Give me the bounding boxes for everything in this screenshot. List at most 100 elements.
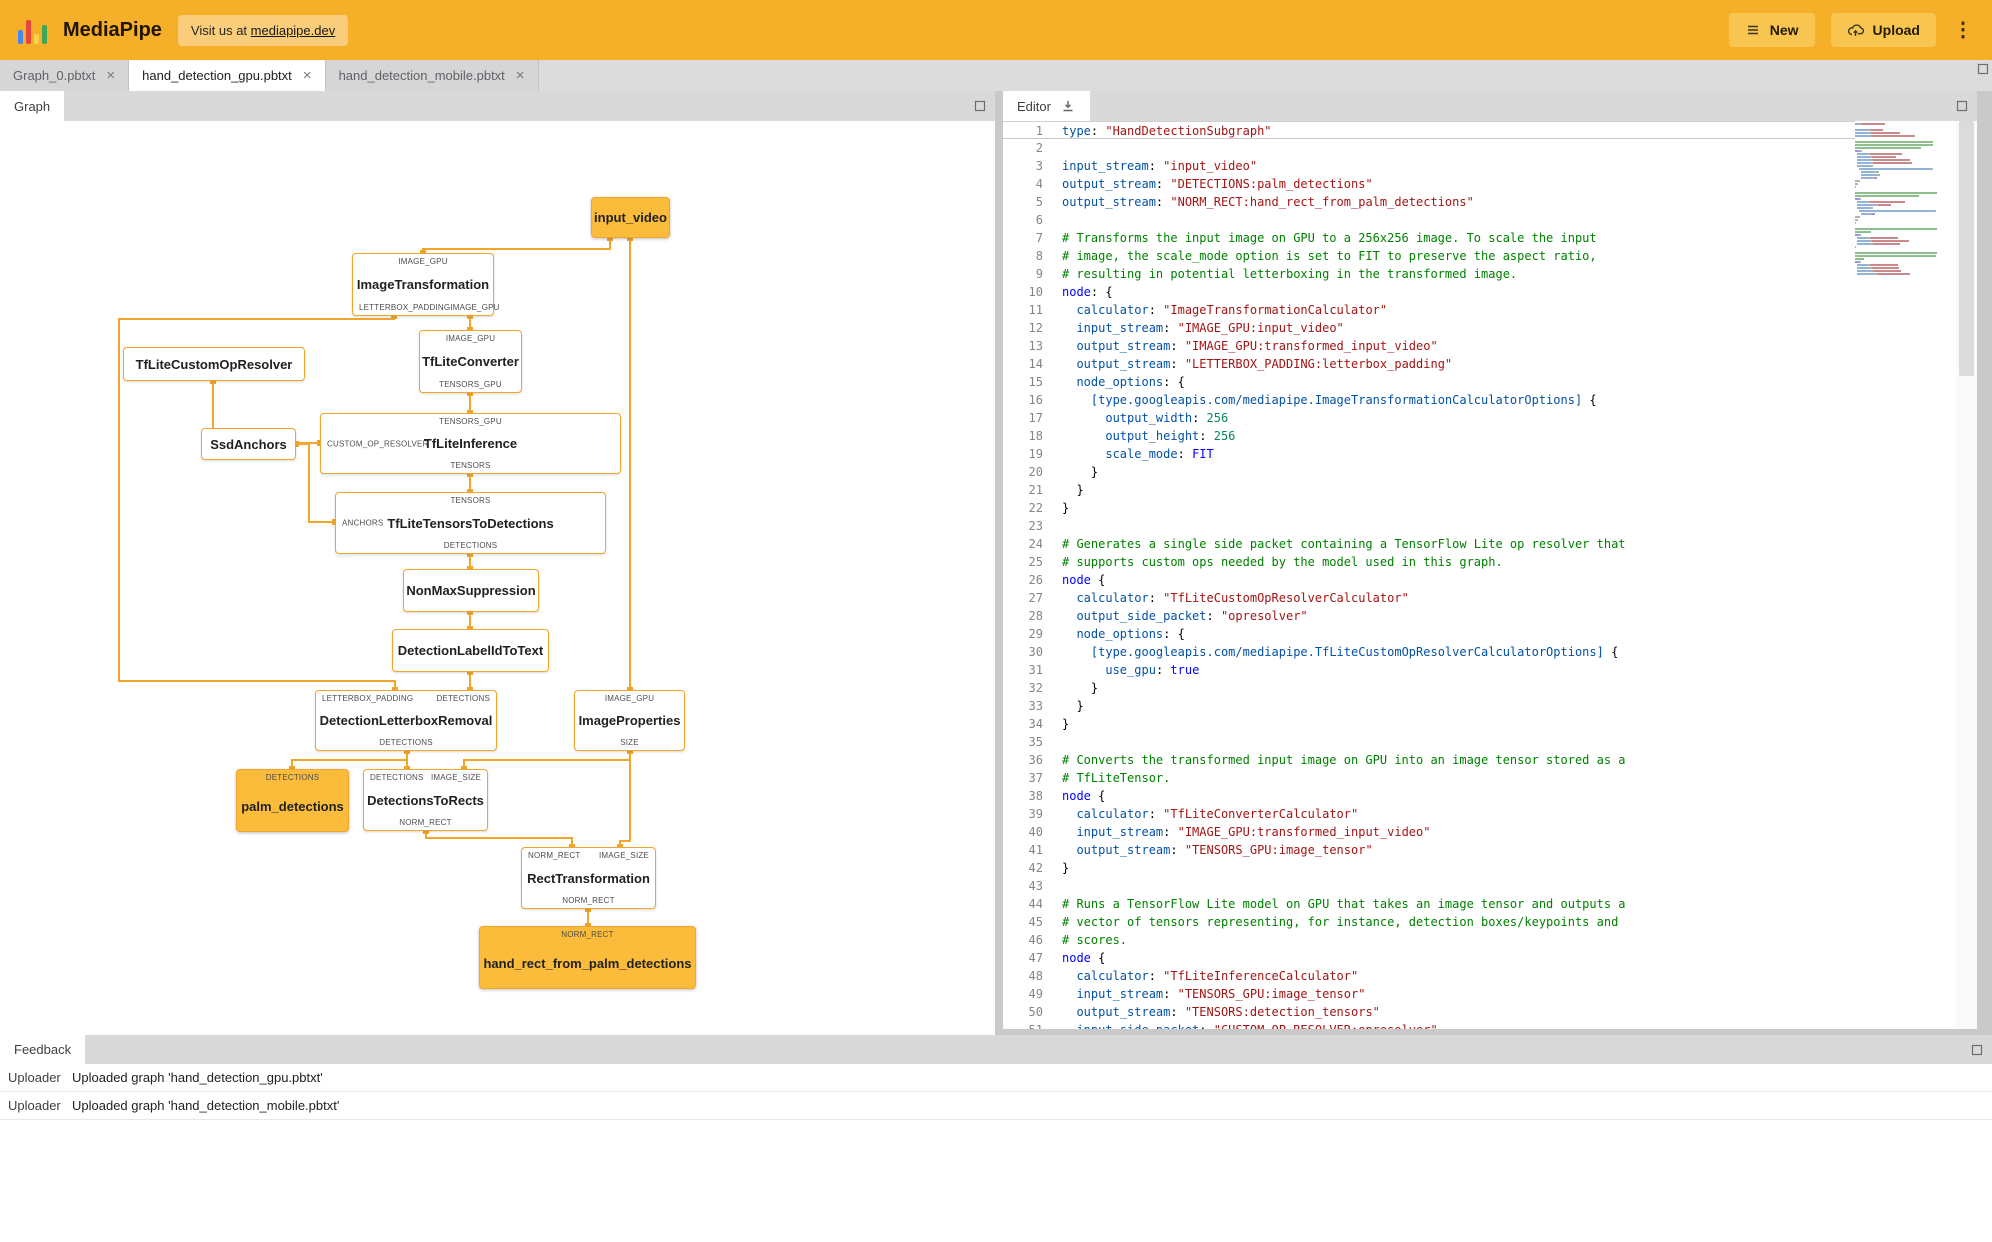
close-icon[interactable]: × xyxy=(106,67,115,84)
graph-node-DetectionsToRects[interactable]: DETECTIONS IMAGE_SIZE DetectionsToRects NOR… xyxy=(363,769,488,831)
scrollbar-thumb[interactable] xyxy=(1959,121,1974,376)
code-line-5: 5 output_stream: "NORM_RECT:hand_rect_fro… xyxy=(1003,193,1855,211)
port-label: DETECTIONS xyxy=(370,773,424,782)
code-line-21: 21 } xyxy=(1003,481,1855,499)
feedback-message: Uploaded graph 'hand_detection_gpu.pbtxt… xyxy=(72,1070,323,1085)
code-text: output_stream: "LETTERBOX_PADDING:letter… xyxy=(1076,357,1453,371)
line-number: 34 xyxy=(1028,717,1043,731)
code-text: input_stream: "TENSORS_GPU:image_tensor" xyxy=(1076,987,1366,1001)
line-number: 17 xyxy=(1028,411,1043,425)
editor-scrollbar[interactable] xyxy=(1956,121,1977,1029)
kebab-menu-icon[interactable]: ⋮ xyxy=(1952,13,1974,47)
visit-badge: Visit us at mediapipe.dev xyxy=(177,14,349,46)
editor-panel-strip: Editor xyxy=(1003,91,1977,121)
port-label: IMAGE_SIZE xyxy=(430,773,481,782)
port-label: LETTERBOX_PADDING xyxy=(322,694,414,703)
code-line-22: 22} xyxy=(1003,499,1855,517)
node-title: DetectionsToRects xyxy=(367,792,484,808)
graph-node-RectTransformation[interactable]: NORM_RECT IMAGE_SIZE RectTransformation NOR… xyxy=(521,847,656,909)
editor-code-area[interactable]: 1 type: "HandDetectionSubgraph" 2 3 input_st… xyxy=(1003,121,1977,1029)
graph-node-palm_detections[interactable]: DETECTIONS palm_detections xyxy=(236,769,349,832)
graph-node-TfLiteTensorsToDetections[interactable]: TENSORS TfLiteTensorsToDetections DETECTIO… xyxy=(335,492,606,554)
close-icon[interactable]: × xyxy=(303,67,312,84)
code-line-40: 40 input_stream: "IMAGE_GPU:transformed_… xyxy=(1003,823,1855,841)
node-title: hand_rect_from_palm_detections xyxy=(483,956,692,971)
line-number: 30 xyxy=(1028,645,1043,659)
feedback-row: Uploader Uploaded graph 'hand_detection_m… xyxy=(0,1092,1992,1120)
graph-node-hand_rect_from_palm_detections[interactable]: NORM_RECT hand_rect_from_palm_detections xyxy=(479,926,696,989)
graph-canvas[interactable]: input_video IMAGE_GPU ImageTransformation L… xyxy=(0,121,995,1035)
graph-node-ImageTransformation[interactable]: IMAGE_GPU ImageTransformation LETTERBOX_PA… xyxy=(352,253,499,316)
code-text: # TfLiteTensor. xyxy=(1062,771,1171,785)
feedback-maximize-icon[interactable] xyxy=(1971,1044,1983,1056)
line-number: 29 xyxy=(1028,627,1043,641)
port-label: TENSORS xyxy=(450,461,491,470)
code-text: output_stream: "TENSORS_GPU:image_tensor… xyxy=(1076,843,1373,857)
port-label: DETECTIONS xyxy=(436,694,490,703)
code-line-4: 4 output_stream: "DETECTIONS:palm_detecti… xyxy=(1003,175,1855,193)
code-line-12: 12 input_stream: "IMAGE_GPU:input_video" xyxy=(1003,319,1855,337)
file-tab-hand_detection_mobile.pbtxt[interactable]: hand_detection_mobile.pbtxt × xyxy=(325,60,539,91)
line-number: 6 xyxy=(1035,213,1043,227)
code-text: # scores. xyxy=(1062,933,1128,947)
code-line-8: 8 # image, the scale_mode option is set t… xyxy=(1003,247,1855,265)
editor-minimap[interactable] xyxy=(1855,123,1955,1029)
graph-node-TfLiteInference[interactable]: TENSORS_GPU TfLiteInference TENSORS CUSTOM_… xyxy=(320,413,621,474)
graph-maximize-icon[interactable] xyxy=(974,100,986,112)
tab-editor[interactable]: Editor xyxy=(1003,91,1090,121)
line-number: 39 xyxy=(1028,807,1043,821)
code-line-10: 10 node: { xyxy=(1003,283,1855,301)
workspace-maximize-icon[interactable] xyxy=(1977,63,1989,75)
line-number: 13 xyxy=(1028,339,1043,353)
code-line-43: 43 xyxy=(1003,877,1855,895)
code-line-41: 41 output_stream: "TENSORS_GPU:image_ten… xyxy=(1003,841,1855,859)
file-tab-Graph_0.pbtxt[interactable]: Graph_0.pbtxt × xyxy=(0,60,130,91)
code-line-24: 24 # Generates a single side packet conta… xyxy=(1003,535,1855,553)
line-number: 15 xyxy=(1028,375,1043,389)
graph-node-NonMaxSuppression[interactable]: NonMaxSuppression xyxy=(403,569,539,612)
line-number: 12 xyxy=(1028,321,1043,335)
code-line-15: 15 node_options: { xyxy=(1003,373,1855,391)
tab-feedback[interactable]: Feedback xyxy=(0,1035,86,1064)
line-number: 25 xyxy=(1028,555,1043,569)
graph-node-DetectionLetterboxRemoval[interactable]: LETTERBOX_PADDING DETECTIONS DetectionLett… xyxy=(315,690,497,751)
editor-maximize-icon[interactable] xyxy=(1956,100,1968,112)
graph-node-TfLiteCustomOpResolver[interactable]: TfLiteCustomOpResolver xyxy=(123,347,305,381)
code-text: node { xyxy=(1062,573,1106,587)
line-number: 31 xyxy=(1028,663,1043,677)
new-button[interactable]: New xyxy=(1728,13,1815,47)
line-number: 4 xyxy=(1035,177,1043,191)
feedback-source: Uploader xyxy=(8,1098,61,1113)
file-tab-label: hand_detection_gpu.pbtxt xyxy=(142,68,292,83)
download-icon[interactable] xyxy=(1060,98,1076,114)
new-button-label: New xyxy=(1769,22,1799,38)
graph-edge-13 xyxy=(463,751,631,769)
code-line-48: 48 calculator: "TfLiteInferenceCalculato… xyxy=(1003,967,1855,985)
code-line-37: 37 # TfLiteTensor. xyxy=(1003,769,1855,787)
graph-edge-11 xyxy=(291,751,408,769)
code-text: node { xyxy=(1062,951,1106,965)
graph-node-SsdAnchors[interactable]: SsdAnchors xyxy=(201,428,296,460)
app-header: MediaPipe Visit us at mediapipe.dev New … xyxy=(0,0,1992,60)
tab-graph[interactable]: Graph xyxy=(0,91,65,121)
line-number: 45 xyxy=(1028,915,1043,929)
node-ports: TENSORS_GPU xyxy=(420,380,521,392)
mediapipe-dev-link[interactable]: mediapipe.dev xyxy=(251,23,336,38)
graph-node-TfLiteConverter[interactable]: IMAGE_GPU TfLiteConverter TENSORS_GPU xyxy=(419,330,522,393)
port-label: IMAGE_SIZE xyxy=(598,851,649,860)
line-number: 32 xyxy=(1028,681,1043,695)
line-number: 47 xyxy=(1028,951,1043,965)
graph-node-DetectionLabelIdToText[interactable]: DetectionLabelIdToText xyxy=(392,629,549,672)
node-title: RectTransformation xyxy=(527,870,650,886)
graph-node-ImageProperties[interactable]: IMAGE_GPU ImageProperties SIZE xyxy=(574,690,685,751)
upload-cloud-icon xyxy=(1847,24,1864,36)
code-lines[interactable]: 1 type: "HandDetectionSubgraph" 2 3 input_st… xyxy=(1003,121,1855,1029)
line-number: 40 xyxy=(1028,825,1043,839)
line-number: 11 xyxy=(1028,303,1043,317)
graph-node-input_video[interactable]: input_video xyxy=(591,197,670,238)
file-tab-hand_detection_gpu.pbtxt[interactable]: hand_detection_gpu.pbtxt × xyxy=(129,60,326,91)
close-icon[interactable]: × xyxy=(516,67,525,84)
upload-button[interactable]: Upload xyxy=(1830,13,1936,47)
